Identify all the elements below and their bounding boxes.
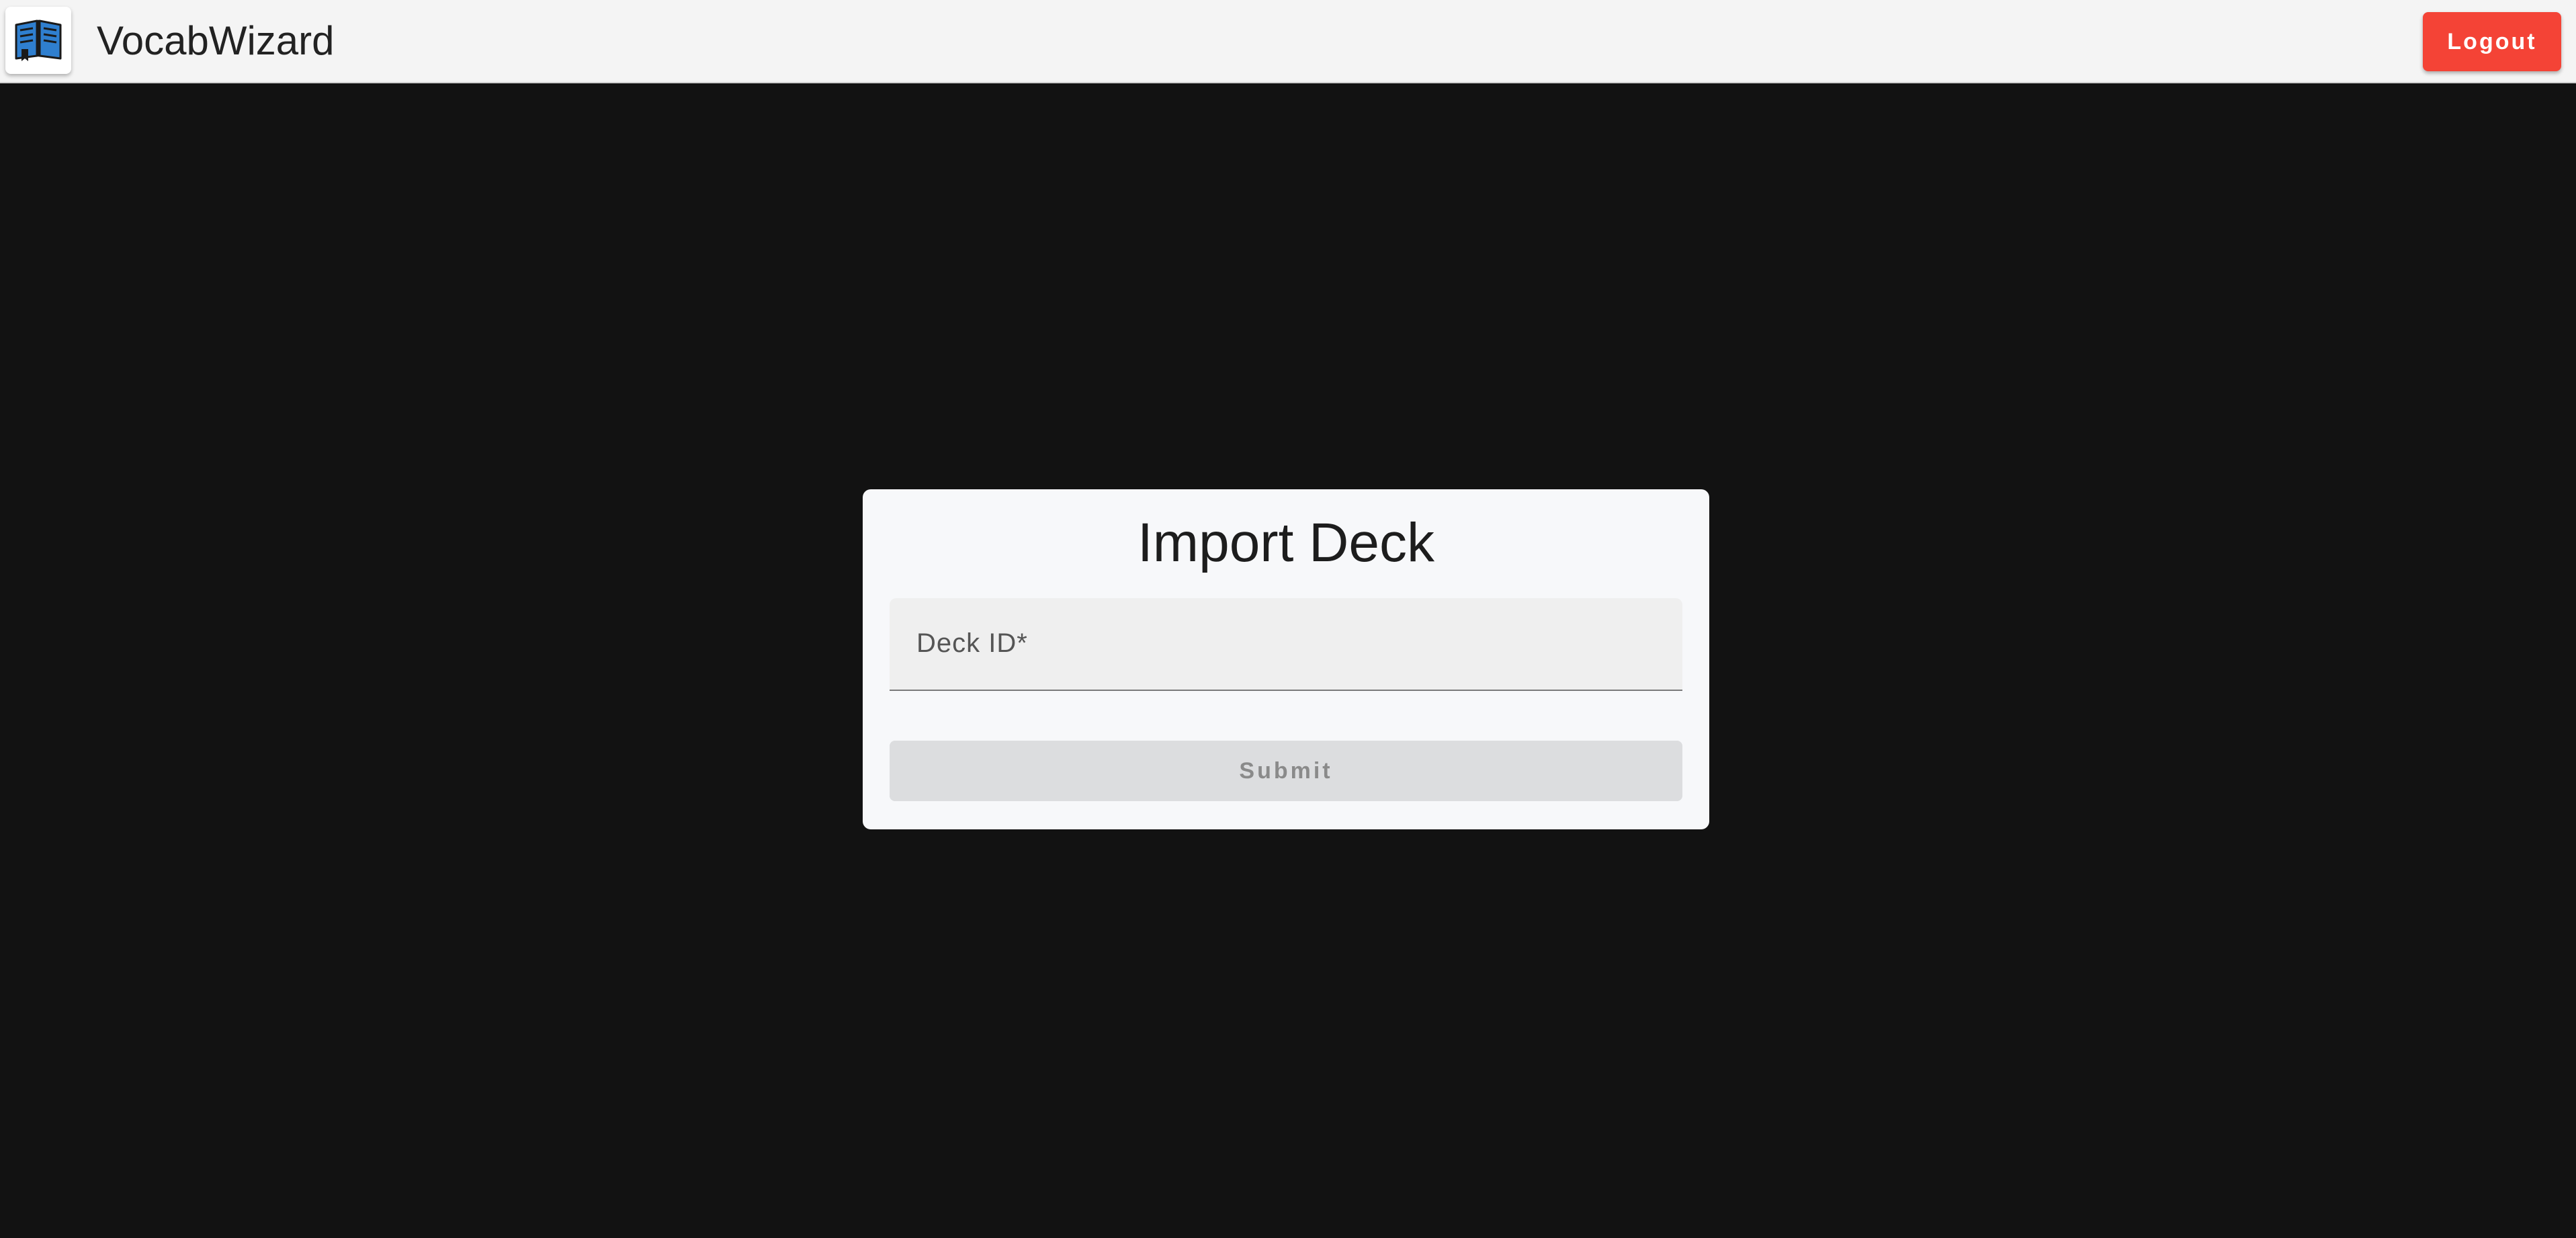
submit-button[interactable]: Submit — [890, 741, 1682, 801]
import-deck-card: Import Deck Deck ID* Submit — [863, 489, 1709, 829]
card-title: Import Deck — [1137, 512, 1434, 573]
app-logo[interactable] — [5, 7, 71, 74]
deck-id-field[interactable]: Deck ID* — [890, 598, 1682, 691]
app-title: VocabWizard — [97, 18, 335, 63]
open-book-icon — [13, 15, 63, 66]
logout-button[interactable]: Logout — [2423, 12, 2561, 71]
top-app-bar: VocabWizard Logout — [0, 0, 2576, 83]
deck-id-input[interactable] — [916, 652, 1656, 683]
